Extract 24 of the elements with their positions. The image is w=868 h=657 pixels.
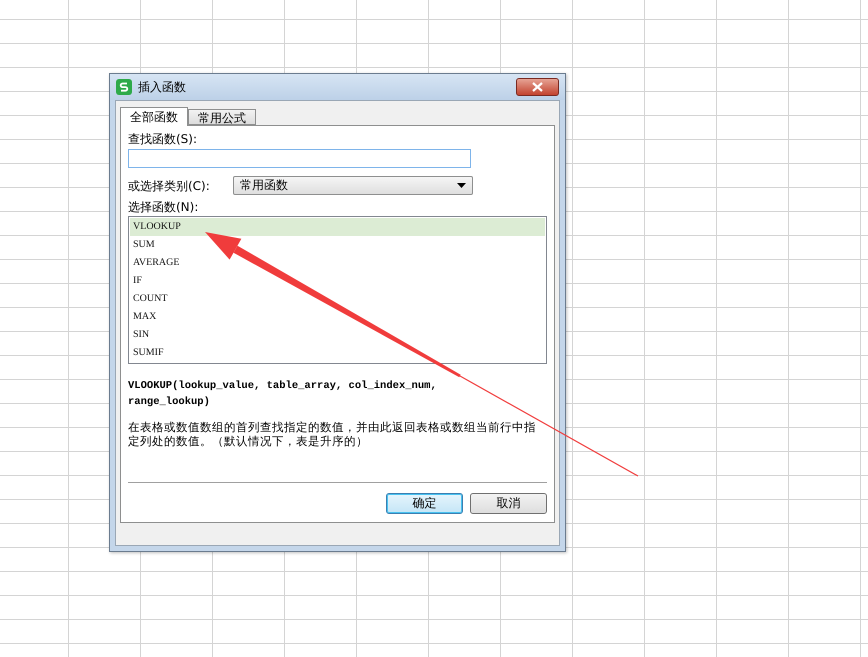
function-item[interactable]: SUMIF [130,344,545,362]
tab[interactable]: 全部函数 [120,107,188,126]
function-list-label: 选择函数(N): [128,199,200,215]
function-item[interactable]: COUNT [130,290,545,308]
cancel-button[interactable]: 取消 [470,493,547,514]
function-item[interactable]: SUM [130,236,545,254]
function-item[interactable]: VLOOKUP [130,218,545,236]
function-signature: VLOOKUP(lookup_value, table_array, col_index_num, range_lookup) [128,379,438,410]
app-logo-icon [116,79,132,95]
function-item[interactable]: AVERAGE [130,254,545,272]
tab[interactable]: 常用公式 [188,109,256,125]
search-label: 查找函数(S): [128,131,198,147]
category-dropdown[interactable]: 常用函数 [233,176,473,195]
function-item[interactable]: IF [130,272,545,290]
function-item[interactable]: SIN [130,326,545,344]
caret-icon [457,183,466,188]
function-item[interactable]: MAX [130,308,545,326]
close-button[interactable] [516,78,559,96]
ok-button[interactable]: 确定 [386,493,463,514]
search-field[interactable] [128,149,471,168]
function-description: 在表格或数值数组的首列查找指定的数值，并由此返回表格或数组当前行中指定列处的数值。（默认情况下，表是升序的） [128,420,537,448]
close-icon [532,82,543,92]
window-title: 插入函数 [138,78,187,96]
category-label: 或选择类别(C): [128,178,210,194]
